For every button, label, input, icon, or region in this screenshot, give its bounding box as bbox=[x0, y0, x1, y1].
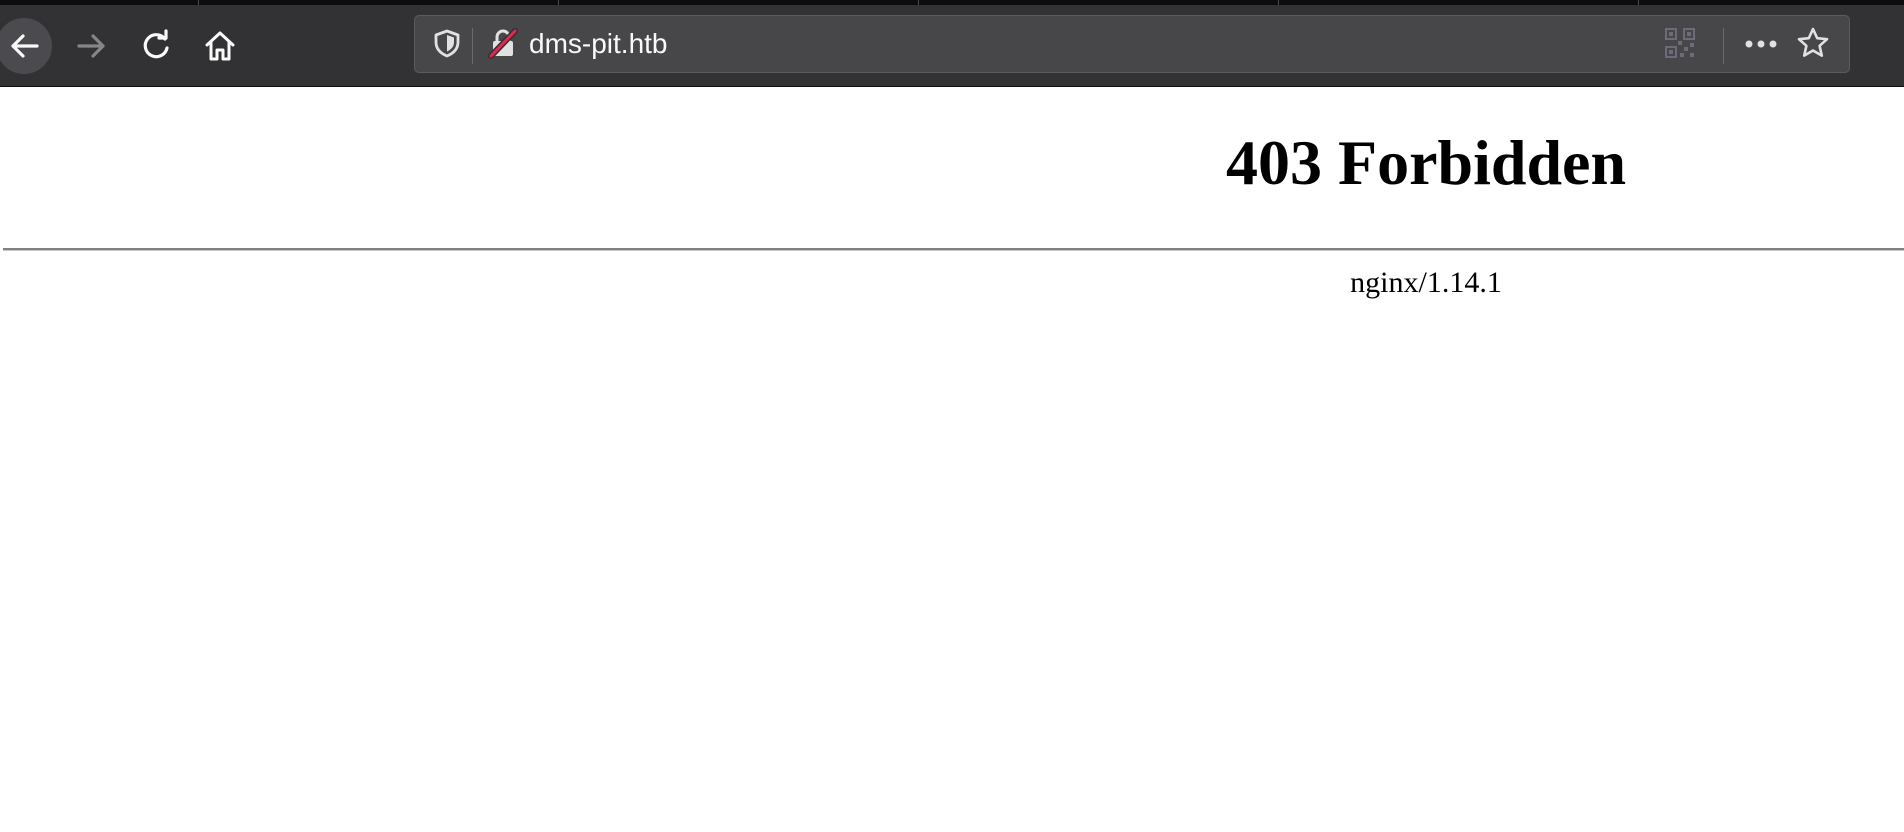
shield-icon bbox=[433, 28, 461, 63]
tracking-protection-button[interactable] bbox=[429, 27, 465, 63]
url-text[interactable]: dms-pit.htb bbox=[529, 16, 668, 72]
forward-button[interactable] bbox=[64, 18, 120, 74]
page-title: 403 Forbidden bbox=[1225, 127, 1627, 198]
urlbar-separator bbox=[472, 28, 473, 64]
page-actions-button[interactable] bbox=[1741, 25, 1781, 65]
divider bbox=[3, 248, 1904, 251]
address-bar[interactable]: dms-pit.htb bbox=[414, 15, 1850, 73]
reload-button[interactable] bbox=[128, 18, 184, 74]
home-button[interactable] bbox=[192, 18, 248, 74]
site-identity-button[interactable] bbox=[485, 27, 521, 63]
back-button[interactable] bbox=[0, 18, 52, 74]
qr-code-button[interactable] bbox=[1661, 26, 1699, 64]
urlbar-separator bbox=[1723, 28, 1724, 64]
back-arrow-icon bbox=[7, 29, 41, 63]
navigation-toolbar: dms-pit.htb bbox=[0, 5, 1904, 87]
reload-icon bbox=[139, 29, 173, 63]
insecure-lock-icon bbox=[488, 27, 518, 64]
star-icon bbox=[1796, 26, 1830, 65]
page-content: 403 Forbidden nginx/1.14.1 bbox=[0, 87, 1904, 832]
home-icon bbox=[202, 28, 238, 64]
server-signature: nginx/1.14.1 bbox=[1350, 266, 1502, 299]
qr-code-icon bbox=[1665, 27, 1695, 63]
more-horizontal-icon bbox=[1744, 36, 1778, 54]
bookmark-button[interactable] bbox=[1793, 25, 1833, 65]
forward-arrow-icon bbox=[75, 29, 109, 63]
